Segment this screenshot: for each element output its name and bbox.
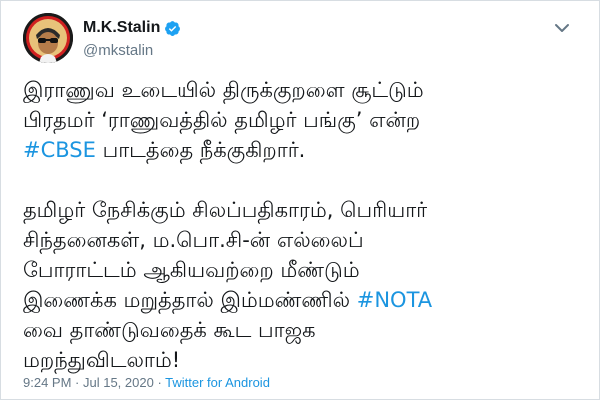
tweet-time[interactable]: 9:24 PM [23, 375, 71, 390]
tweet-header: M.K.Stalin @mkstalin [23, 13, 569, 63]
tweet-line: #CBSE பாடத்தை நீக்குகிறார். [23, 135, 583, 165]
tweet-line: இணைக்க மறுத்தால் இம்மண்ணில் #NOTA [23, 285, 583, 315]
chevron-down-icon[interactable] [551, 17, 573, 39]
tweet-text: இராணுவ உடையில் திருக்குறளை சூட்டும் பிரத… [23, 75, 583, 375]
display-name[interactable]: M.K.Stalin [83, 19, 160, 37]
tweet-line: போராட்டம் ஆகியவற்றை மீண்டும் [23, 258, 360, 282]
tweet-paragraph-1: இராணுவ உடையில் திருக்குறளை சூட்டும் பிரத… [23, 75, 583, 165]
tweet-line-text: இணைக்க மறுத்தால் இம்மண்ணில் [23, 288, 357, 312]
tweet-line-text: பாடத்தை நீக்குகிறார். [95, 138, 306, 162]
tweet-metadata: 9:24 PM · Jul 15, 2020 · Twitter for And… [23, 375, 270, 390]
tweet-card: M.K.Stalin @mkstalin இராணுவ உடையில் திரு… [0, 0, 600, 400]
tweet-paragraph-2: தமிழர் நேசிக்கும் சிலப்பதிகாரம், பெரியார… [23, 195, 583, 375]
meta-separator: · [71, 375, 83, 390]
author-handle[interactable]: @mkstalin [83, 42, 181, 59]
display-name-row: M.K.Stalin [83, 18, 181, 38]
tweet-line: பிரதமர் ‘ராணுவத்தில் தமிழர் பங்கு’ என்ற [23, 108, 421, 132]
profile-avatar-icon[interactable] [23, 13, 73, 63]
tweet-date[interactable]: Jul 15, 2020 [83, 375, 154, 390]
verified-badge-icon [164, 20, 181, 37]
tweet-line: தமிழர் நேசிக்கும் சிலப்பதிகாரம், பெரியார… [23, 198, 428, 222]
author-names: M.K.Stalin @mkstalin [83, 18, 181, 59]
tweet-line: இராணுவ உடையில் திருக்குறளை சூட்டும் [23, 78, 424, 102]
hashtag-link-cbse[interactable]: #CBSE [23, 138, 96, 162]
tweet-line: மறந்துவிடலாம்! [23, 348, 181, 372]
tweet-line: சிந்தனைகள், ம.பொ.சி-ன் எல்லைப் [23, 228, 364, 252]
meta-separator: · [153, 375, 166, 390]
hashtag-link-nota[interactable]: #NOTA [357, 288, 432, 312]
tweet-source-link[interactable]: Twitter for Android [165, 375, 270, 390]
tweet-line: வை தாண்டுவதைக் கூட பாஜக [23, 318, 316, 342]
